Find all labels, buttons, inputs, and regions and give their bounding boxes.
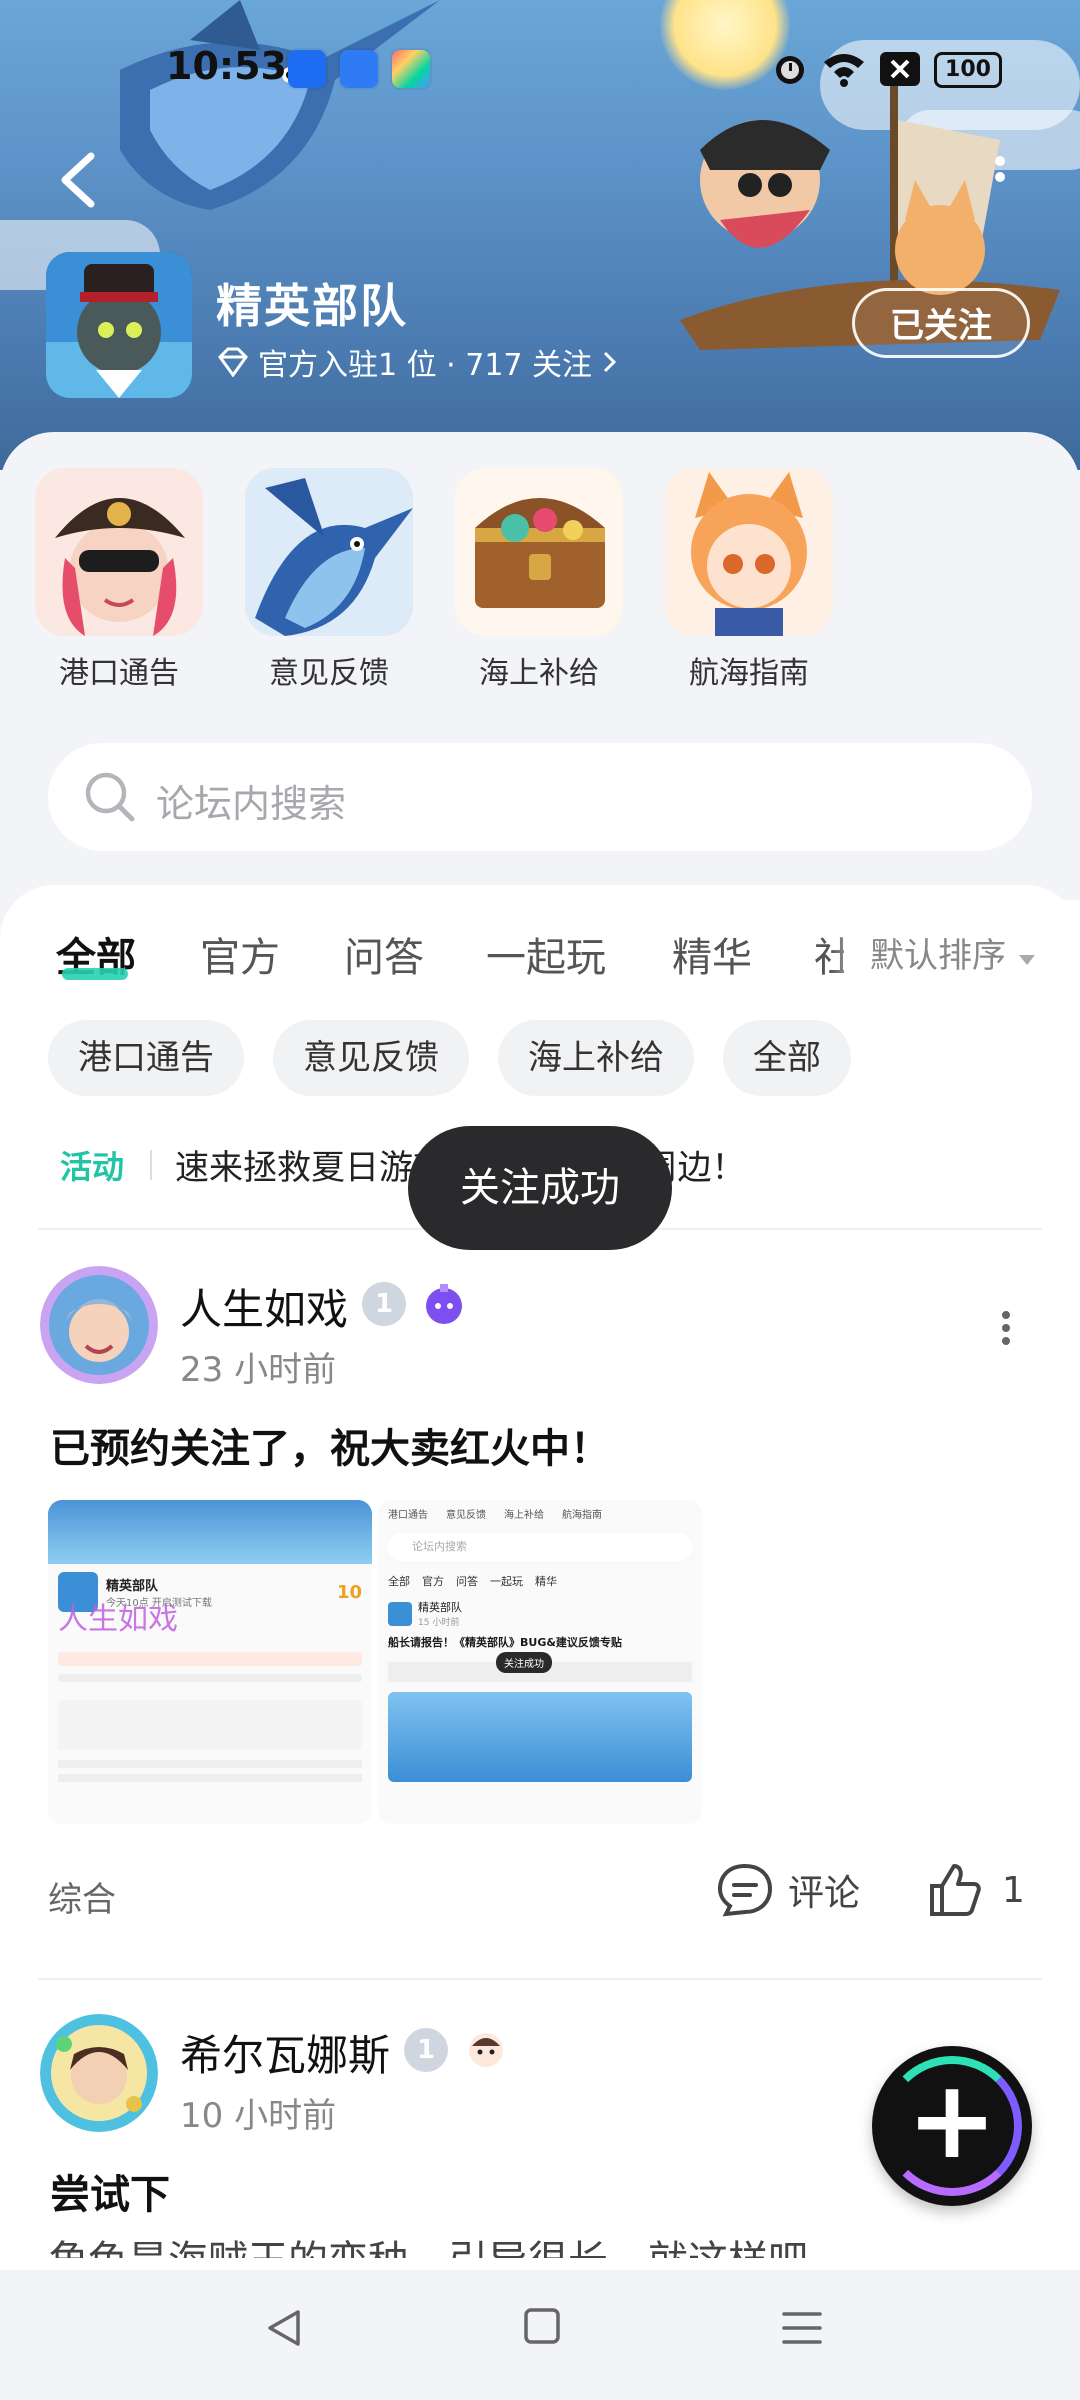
tab-featured[interactable]: 精华 xyxy=(672,925,752,983)
forum-banner: 10:53 100 精英部队 官方入驻1 位 · 717 关注 已关注 xyxy=(0,0,1080,470)
comment-label: 评论 xyxy=(788,1873,861,1914)
post-title[interactable]: 已预约关注了，祝大卖红火中！ xyxy=(50,1416,610,1474)
level-badge: 1 xyxy=(404,2028,448,2072)
activity-separator xyxy=(150,1150,152,1180)
caret-down-icon xyxy=(1018,955,1035,965)
treasure-chest-icon xyxy=(455,468,623,636)
comment-icon xyxy=(717,1863,773,1917)
like-count: 1 xyxy=(1002,1869,1025,1911)
shortcut-guide[interactable]: 航海指南 xyxy=(664,468,834,692)
level-badge: 1 xyxy=(362,1282,406,1326)
thumb-subtab: 问答 xyxy=(456,1575,478,1588)
more-options-button[interactable] xyxy=(980,150,1020,220)
shortcut-port-notice[interactable]: 港口通告 xyxy=(34,468,204,692)
alarm-icon xyxy=(776,56,804,84)
thumb-subtab: 官方 xyxy=(422,1575,444,1588)
thumb-subtab: 全部 xyxy=(388,1575,410,1588)
avatar-badge-icon xyxy=(469,2033,503,2067)
nav-menu-icon[interactable] xyxy=(780,2306,824,2350)
shortcut-label: 港口通告 xyxy=(59,656,179,691)
thumb-post-author: 精英部队 xyxy=(418,1601,462,1614)
thumb-post-title: 船长请报告！《精英部队》BUG&建议反馈专贴 xyxy=(388,1636,622,1649)
plus-icon: + xyxy=(906,2058,998,2183)
post-preview[interactable]: 角色是海贼王的变种，引导很长，就这样吧 xyxy=(48,2228,1048,2258)
thumb-tab: 港口通告 xyxy=(388,1510,428,1521)
forum-avatar xyxy=(46,252,192,398)
photos-notification-icon xyxy=(392,50,430,88)
tab-official[interactable]: 官方 xyxy=(200,925,280,983)
bomb-badge-icon xyxy=(426,1284,462,1324)
shortcut-label: 航海指南 xyxy=(689,656,809,691)
nav-back-icon[interactable] xyxy=(262,2306,306,2350)
avatar[interactable] xyxy=(40,2014,158,2132)
thumb-toast: 关注成功 xyxy=(496,1652,552,1673)
post-category[interactable]: 综合 xyxy=(48,1872,116,1921)
thumb-post-time: 15 小时前 xyxy=(418,1618,460,1628)
wifi-icon xyxy=(824,54,864,87)
back-button[interactable] xyxy=(55,150,115,220)
post-more-button[interactable] xyxy=(996,1306,1016,1350)
thumbs-up-icon xyxy=(930,1864,981,1916)
tab-qa[interactable]: 问答 xyxy=(344,925,424,983)
pirate-girl-icon xyxy=(35,468,203,636)
active-tab-indicator xyxy=(62,968,128,980)
system-nav-bar xyxy=(0,2270,1080,2400)
shortcut-feedback[interactable]: 意见反馈 xyxy=(244,468,414,692)
thumb-tab: 海上补给 xyxy=(504,1510,544,1521)
battery-indicator: 100 xyxy=(934,52,1002,88)
post-time: 23 小时前 xyxy=(180,1350,337,1390)
chip-supplies[interactable]: 海上补给 xyxy=(498,1020,694,1096)
chevron-right-icon xyxy=(603,351,617,373)
thumb-tab: 航海指南 xyxy=(562,1510,602,1521)
search-icon xyxy=(85,772,135,822)
post-image[interactable]: 精英部队 今天10点 开启测试下载 10 人生如戏 xyxy=(48,1500,372,1824)
post-time: 10 小时前 xyxy=(180,2096,337,2136)
avatar[interactable] xyxy=(40,1266,158,1384)
thumb-subtab: 精华 xyxy=(535,1575,557,1588)
thumb-forum-name: 精英部队 xyxy=(106,1579,159,1594)
like-button[interactable]: 1 xyxy=(926,1862,1025,1918)
activity-tag: 活动 xyxy=(60,1148,125,1186)
create-post-button[interactable]: + xyxy=(872,2046,1032,2206)
chip-all[interactable]: 全部 xyxy=(723,1020,851,1096)
forum-search[interactable]: 论坛内搜索 xyxy=(48,743,1032,851)
post-author[interactable]: 希尔瓦娜斯 xyxy=(180,2022,390,2083)
thumb-tab: 意见反馈 xyxy=(446,1510,486,1521)
chip-feedback[interactable]: 意见反馈 xyxy=(273,1020,469,1096)
shortcut-supplies[interactable]: 海上补给 xyxy=(454,468,624,692)
chip-port-notice[interactable]: 港口通告 xyxy=(48,1020,244,1096)
follow-button[interactable]: 已关注 xyxy=(852,288,1030,358)
post-author[interactable]: 人生如戏 xyxy=(180,1276,348,1337)
sort-label: 默认排序 xyxy=(870,936,1006,976)
thumb-subtab: 一起玩 xyxy=(490,1575,523,1588)
forum-meta[interactable]: 官方入驻1 位 · 717 关注 xyxy=(216,340,620,384)
sort-dropdown[interactable]: 默认排序 xyxy=(870,928,1037,977)
comment-button[interactable]: 评论 xyxy=(716,1862,860,1918)
forum-meta-text: 官方入驻1 位 · 717 关注 xyxy=(258,348,593,383)
back-arrow-icon xyxy=(61,152,95,208)
shortcut-label: 海上补给 xyxy=(479,656,599,691)
search-placeholder: 论坛内搜索 xyxy=(156,782,347,826)
post-image[interactable]: 港口通告 意见反馈 海上补给 航海指南 论坛内搜索 全部 官方 问答 一起玩 精… xyxy=(378,1500,702,1824)
thumb-count: 10 xyxy=(336,1581,362,1603)
sim-disabled-icon xyxy=(880,52,920,86)
forum-name: 精英部队 xyxy=(216,279,408,333)
tab-play-together[interactable]: 一起玩 xyxy=(486,925,606,983)
toast-message: 关注成功 xyxy=(408,1126,672,1250)
thumb-watermark: 人生如戏 xyxy=(58,1602,178,1637)
swordfish-icon xyxy=(245,468,413,636)
divider xyxy=(38,1978,1042,1980)
shortcut-label: 意见反馈 xyxy=(269,656,389,691)
post-title[interactable]: 尝试下 xyxy=(50,2162,170,2220)
cat-girl-icon xyxy=(665,468,833,636)
app-notification-icon xyxy=(288,50,326,88)
nav-home-icon[interactable] xyxy=(522,2306,562,2346)
cloud-notification-icon xyxy=(340,50,378,88)
status-time: 10:53 xyxy=(166,44,287,88)
thumb-search: 论坛内搜索 xyxy=(388,1533,692,1561)
diamond-icon xyxy=(218,347,248,377)
status-bar: 10:53 100 xyxy=(0,0,1080,130)
